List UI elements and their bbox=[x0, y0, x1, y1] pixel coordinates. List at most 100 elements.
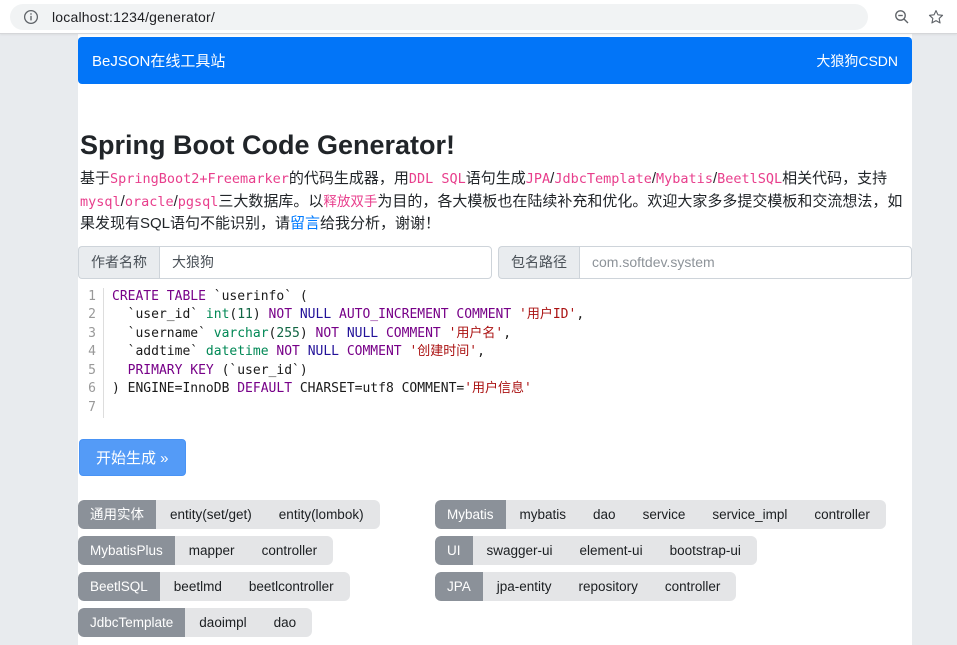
code-text: `addtime` datetime NOT NULL COMMENT '创建时… bbox=[104, 343, 485, 362]
template-item[interactable]: entity(lombok) bbox=[279, 500, 364, 529]
package-input-group: 包名路径 bbox=[498, 246, 912, 279]
author-input[interactable] bbox=[159, 246, 492, 279]
code-highlight: BeetlSQL bbox=[717, 171, 782, 187]
template-group: BeetlSQL beetlmd beetlcontroller bbox=[78, 572, 350, 601]
author-label: 作者名称 bbox=[78, 246, 159, 279]
code-highlight: DDL SQL bbox=[409, 171, 466, 187]
template-item[interactable]: bootstrap-ui bbox=[670, 536, 741, 565]
code-highlight: JPA bbox=[526, 171, 550, 187]
template-item[interactable]: repository bbox=[579, 572, 638, 601]
code-text: `username` varchar(255) NOT NULL COMMENT… bbox=[104, 325, 511, 344]
settings-form: 作者名称 包名路径 bbox=[78, 246, 912, 279]
code-line: 5 PRIMARY KEY (`user_id`) bbox=[78, 362, 912, 381]
generate-button[interactable]: 开始生成 » bbox=[79, 439, 186, 476]
line-number: 6 bbox=[78, 380, 104, 399]
template-group: JPA jpa-entity repository controller bbox=[435, 572, 736, 601]
code-highlight: 释放双手 bbox=[323, 194, 377, 210]
sql-editor[interactable]: 1CREATE TABLE `userinfo` (2 `user_id` in… bbox=[78, 288, 912, 418]
template-group-label: MybatisPlus bbox=[78, 536, 175, 565]
intro-text-segment: 给我分析，谢谢！ bbox=[320, 215, 440, 232]
template-item[interactable]: controller bbox=[262, 536, 318, 565]
template-group: Mybatis mybatis dao service service_impl cont… bbox=[435, 500, 886, 529]
code-line: 1CREATE TABLE `userinfo` ( bbox=[78, 288, 912, 307]
template-group: MybatisPlus mapper controller bbox=[78, 536, 333, 565]
line-number: 2 bbox=[78, 306, 104, 325]
navbar-brand-link[interactable]: BeJSON在线工具站 bbox=[92, 50, 225, 71]
template-groups-section: 通用实体 entity(set/get) entity(lombok) Mybatis… bbox=[78, 500, 912, 644]
code-line: 7 bbox=[78, 399, 912, 418]
template-item[interactable]: swagger-ui bbox=[487, 536, 553, 565]
address-bar[interactable]: localhost:1234/generator/ bbox=[10, 4, 868, 30]
template-item[interactable]: mapper bbox=[189, 536, 235, 565]
template-group: 通用实体 entity(set/get) entity(lombok) bbox=[78, 500, 380, 529]
code-text: CREATE TABLE `userinfo` ( bbox=[104, 288, 308, 307]
template-group: UI swagger-ui element-ui bootstrap-ui bbox=[435, 536, 757, 565]
template-group-items: jpa-entity repository controller bbox=[483, 572, 737, 601]
template-item[interactable]: service bbox=[643, 500, 686, 529]
template-groups-left-column: 通用实体 entity(set/get) entity(lombok) Mybatis… bbox=[78, 500, 435, 644]
template-group-label: JdbcTemplate bbox=[78, 608, 185, 637]
template-group-items: mapper controller bbox=[175, 536, 333, 565]
template-group-items: daoimpl dao bbox=[185, 608, 312, 637]
line-number: 7 bbox=[78, 399, 104, 418]
template-item[interactable]: service_impl bbox=[712, 500, 787, 529]
template-group-label: UI bbox=[435, 536, 473, 565]
template-item[interactable]: element-ui bbox=[580, 536, 643, 565]
line-number: 5 bbox=[78, 362, 104, 381]
code-text: ) ENGINE=InnoDB DEFAULT CHARSET=utf8 COM… bbox=[104, 380, 532, 399]
line-number: 3 bbox=[78, 325, 104, 344]
template-item[interactable]: beetlmd bbox=[174, 572, 222, 601]
message-link[interactable]: 留言 bbox=[290, 215, 320, 232]
code-line: 3 `username` varchar(255) NOT NULL COMME… bbox=[78, 325, 912, 344]
code-highlight: JdbcTemplate bbox=[554, 171, 652, 187]
code-highlight: Mybatis bbox=[656, 171, 713, 187]
page-background: BeJSON在线工具站 大狼狗CSDN Spring Boot Code Gen… bbox=[0, 34, 957, 645]
template-group: JdbcTemplate daoimpl dao bbox=[78, 608, 312, 637]
intro-text-segment: 基于 bbox=[80, 170, 110, 187]
template-groups-right-column: Mybatismybatisdaoserviceservice_implcont… bbox=[435, 500, 912, 644]
author-input-group: 作者名称 bbox=[78, 246, 492, 279]
template-item[interactable]: daoimpl bbox=[199, 608, 246, 637]
url-text: localhost:1234/generator/ bbox=[52, 9, 215, 25]
info-icon[interactable] bbox=[22, 8, 40, 26]
template-item[interactable]: beetlcontroller bbox=[249, 572, 334, 601]
zoom-out-icon[interactable] bbox=[893, 8, 911, 26]
intro-text-segment: 三大数据库。以 bbox=[218, 193, 323, 210]
template-item[interactable]: controller bbox=[665, 572, 721, 601]
navbar-csdn-link[interactable]: 大狼狗CSDN bbox=[816, 51, 898, 71]
content-container: BeJSON在线工具站 大狼狗CSDN Spring Boot Code Gen… bbox=[78, 34, 912, 645]
code-text: `user_id` int(11) NOT NULL AUTO_INCREMEN… bbox=[104, 306, 584, 325]
line-number: 4 bbox=[78, 343, 104, 362]
intro-text-segment: 语句生成 bbox=[466, 170, 526, 187]
code-line: 2 `user_id` int(11) NOT NULL AUTO_INCREM… bbox=[78, 306, 912, 325]
bookmark-star-icon[interactable] bbox=[927, 8, 945, 26]
template-group-items: entity(set/get) entity(lombok) bbox=[156, 500, 380, 529]
line-number: 1 bbox=[78, 288, 104, 307]
template-group-items: mybatis dao service service_impl controller bbox=[506, 500, 886, 529]
code-highlight: pgsql bbox=[178, 194, 219, 210]
package-input[interactable] bbox=[579, 246, 912, 279]
template-group-label: Mybatis bbox=[435, 500, 506, 529]
code-line: 4 `addtime` datetime NOT NULL COMMENT '创… bbox=[78, 343, 912, 362]
template-item[interactable]: dao bbox=[593, 500, 616, 529]
template-group-label: 通用实体 bbox=[78, 500, 156, 529]
template-item[interactable]: entity(set/get) bbox=[170, 500, 252, 529]
template-group-items: beetlmd beetlcontroller bbox=[160, 572, 350, 601]
template-item[interactable]: controller bbox=[814, 500, 870, 529]
browser-chrome: localhost:1234/generator/ bbox=[0, 0, 957, 34]
intro-paragraph: 基于SpringBoot2+Freemarker的代码生成器，用DDL SQL语… bbox=[80, 168, 908, 235]
code-text bbox=[104, 399, 120, 418]
intro-text-segment: 的代码生成器，用 bbox=[289, 170, 409, 187]
code-highlight: SpringBoot2+Freemarker bbox=[110, 171, 289, 187]
code-line: 6) ENGINE=InnoDB DEFAULT CHARSET=utf8 CO… bbox=[78, 380, 912, 399]
template-group-label: JPA bbox=[435, 572, 483, 601]
code-highlight: oracle bbox=[125, 194, 174, 210]
navbar: BeJSON在线工具站 大狼狗CSDN bbox=[78, 37, 912, 84]
template-group-items: swagger-ui element-ui bootstrap-ui bbox=[473, 536, 757, 565]
template-item[interactable]: jpa-entity bbox=[497, 572, 552, 601]
template-group-label: BeetlSQL bbox=[78, 572, 160, 601]
template-item[interactable]: dao bbox=[274, 608, 297, 637]
page-title: Spring Boot Code Generator! bbox=[80, 129, 910, 161]
package-label: 包名路径 bbox=[498, 246, 579, 279]
template-item[interactable]: mybatis bbox=[520, 500, 567, 529]
